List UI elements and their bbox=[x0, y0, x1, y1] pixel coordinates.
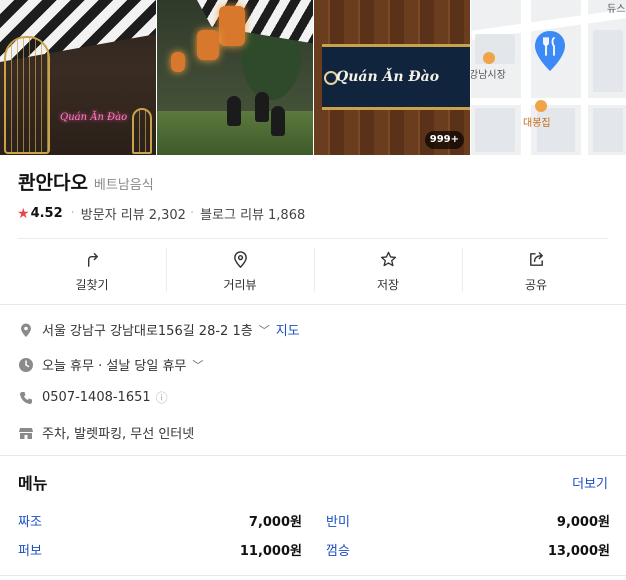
blog-reviews-label: 블로그 리뷰 bbox=[200, 208, 265, 223]
signboard: Quán Ăn Đào bbox=[322, 44, 470, 110]
store-icon bbox=[19, 427, 33, 439]
map-block bbox=[475, 108, 515, 152]
rating-row: ★ 4.52 · 방문자 리뷰 2,302 · 블로그 리뷰 1,868 bbox=[17, 204, 305, 224]
place-name: 콴안다오 bbox=[18, 172, 88, 194]
star-icon: ★ bbox=[17, 205, 30, 222]
blog-reviews-count: 1,868 bbox=[268, 208, 306, 223]
road bbox=[581, 0, 588, 155]
person bbox=[227, 96, 241, 126]
lantern bbox=[197, 30, 219, 60]
hours-row[interactable]: 오늘 휴무 · 설날 당일 휴무 ﹀ bbox=[18, 355, 209, 374]
separator: · bbox=[70, 206, 75, 221]
menu-item-price: 11,000원 bbox=[239, 544, 302, 559]
amenities-row: 주차, 발렛파킹, 무선 인터넷 bbox=[18, 423, 194, 442]
visitor-reviews-label: 방문자 리뷰 bbox=[80, 208, 145, 223]
map-block bbox=[475, 34, 515, 64]
road bbox=[471, 98, 626, 105]
lantern bbox=[171, 52, 185, 72]
market-icon bbox=[483, 52, 495, 64]
photo-strip: Quán Ăn Đào Quán Ăn Đào 999+ 듀스 강남시장 대봉집 bbox=[0, 0, 626, 155]
photo-exterior[interactable]: Quán Ăn Đào bbox=[0, 0, 156, 155]
divider bbox=[0, 575, 626, 576]
person bbox=[271, 106, 285, 136]
directions-button[interactable]: 길찾기 bbox=[18, 240, 166, 302]
menu-item-price: 7,000원 bbox=[248, 515, 302, 530]
address-text: 서울 강남구 강남대로156길 28-2 1층 bbox=[42, 324, 253, 339]
map-block bbox=[593, 108, 623, 152]
blog-reviews-link[interactable]: 블로그 리뷰 1,868 bbox=[200, 204, 305, 223]
location-pin-icon bbox=[21, 323, 31, 337]
address-row: 서울 강남구 강남대로156길 28-2 1층 ﹀ 지도 bbox=[18, 320, 300, 339]
separator: · bbox=[189, 206, 195, 221]
place-category: 베트남음식 bbox=[93, 178, 154, 193]
directions-label: 길찾기 bbox=[75, 277, 109, 292]
share-label: 공유 bbox=[524, 277, 548, 292]
menu-item-price: 13,000원 bbox=[547, 544, 610, 559]
share-icon bbox=[529, 251, 543, 266]
menu-item-name[interactable]: 껌승 bbox=[326, 540, 350, 559]
menu-item-price: 9,000원 bbox=[556, 515, 610, 530]
place-title: 콴안다오 베트남음식 bbox=[18, 168, 154, 195]
hours-expand-chevron-icon[interactable]: ﹀ bbox=[192, 357, 203, 373]
address-expand-chevron-icon[interactable]: ﹀ bbox=[259, 322, 270, 338]
info-icon[interactable]: ⓘ bbox=[156, 389, 168, 406]
menu-title: 메뉴 bbox=[18, 474, 48, 493]
divider bbox=[0, 455, 626, 456]
map-pin-icon bbox=[535, 31, 565, 71]
map-link[interactable]: 지도 bbox=[276, 320, 300, 339]
map-label: 강남시장 bbox=[471, 70, 506, 81]
star-outline-icon bbox=[380, 251, 396, 266]
person bbox=[255, 92, 269, 122]
street-view-button[interactable]: 거리뷰 bbox=[166, 240, 314, 302]
photo-count-badge[interactable]: 999+ bbox=[424, 131, 464, 149]
save-label: 저장 bbox=[376, 277, 400, 292]
road bbox=[521, 0, 531, 155]
restaurant-dot-icon bbox=[535, 100, 547, 112]
menu-item-name[interactable]: 퍼보 bbox=[18, 540, 42, 559]
lantern bbox=[219, 6, 245, 46]
divider bbox=[18, 238, 608, 239]
map-label: 듀스 bbox=[607, 4, 626, 15]
share-button[interactable]: 공유 bbox=[462, 240, 610, 302]
phone-row: 0507-1408-1651 ⓘ bbox=[18, 389, 168, 406]
clock-icon bbox=[19, 357, 33, 372]
menu-item-name[interactable]: 반미 bbox=[326, 511, 350, 530]
photo-signboard[interactable]: Quán Ăn Đào 999+ bbox=[314, 0, 470, 155]
save-button[interactable]: 저장 bbox=[314, 240, 462, 302]
amenities-text: 주차, 발렛파킹, 무선 인터넷 bbox=[42, 427, 195, 442]
map-thumbnail[interactable]: 듀스 강남시장 대봉집 bbox=[471, 0, 626, 155]
action-bar: 길찾기 거리뷰 저장 공유 bbox=[18, 240, 610, 302]
map-block bbox=[593, 30, 623, 92]
phone-number[interactable]: 0507-1408-1651 bbox=[42, 390, 151, 405]
directions-icon bbox=[87, 252, 98, 267]
birdcage-decoration bbox=[4, 36, 50, 154]
map-label: 대봉집 bbox=[523, 118, 551, 129]
visitor-reviews-count: 2,302 bbox=[148, 208, 186, 223]
rating-score: 4.52 bbox=[30, 206, 63, 221]
signboard-text: Quán Ăn Đào bbox=[336, 69, 440, 85]
phone-icon bbox=[20, 391, 32, 404]
hours-text: 오늘 휴무 · 설날 당일 휴무 bbox=[42, 359, 187, 374]
neon-sign: Quán Ăn Đào bbox=[60, 112, 128, 123]
menu-item-name[interactable]: 짜조 bbox=[18, 511, 42, 530]
menu-more-link[interactable]: 더보기 bbox=[572, 473, 608, 492]
divider bbox=[0, 304, 626, 305]
street-view-pin-icon bbox=[233, 250, 247, 268]
visitor-reviews-link[interactable]: 방문자 리뷰 2,302 bbox=[81, 204, 186, 223]
birdcage-decoration-small bbox=[132, 108, 152, 154]
photo-terrace[interactable] bbox=[157, 0, 313, 155]
street-view-label: 거리뷰 bbox=[223, 277, 257, 292]
